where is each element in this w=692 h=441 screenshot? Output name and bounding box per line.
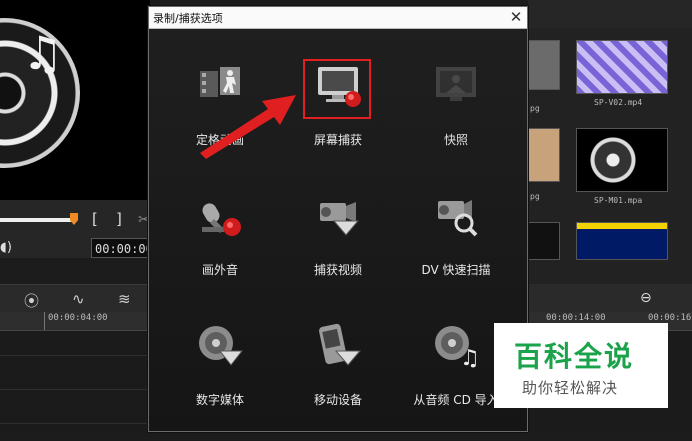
media-thumbnail[interactable] (528, 222, 560, 260)
option-label: 移动设备 (313, 393, 362, 407)
option-snapshot[interactable]: 快照 (401, 61, 511, 181)
option-label: 捕获视频 (313, 263, 362, 277)
mobile-device-icon (319, 323, 362, 366)
timecode-display[interactable]: 00:00:00 (91, 238, 150, 258)
media-thumbnail[interactable] (528, 128, 560, 182)
watermark-logo: 百科全说 助你轻松解决 (494, 323, 668, 408)
option-mobile-device[interactable]: 移动设备 (283, 321, 393, 441)
dialog-titlebar[interactable]: 录制/捕获选项 ✕ (149, 7, 527, 29)
music-note-icon: ♫ (22, 26, 64, 80)
ruler-tick (44, 312, 45, 330)
mark-in-button[interactable]: [ (92, 210, 98, 228)
preview-window: ♫ (0, 0, 150, 200)
option-label: 快照 (443, 133, 468, 147)
digital-media-icon (199, 326, 244, 366)
watermark-title: 百科全说 (514, 340, 635, 373)
option-voiceover[interactable]: 画外音 (165, 191, 275, 311)
media-thumbnail[interactable] (528, 40, 560, 90)
capture-options-dialog: 录制/捕获选项 ✕ 定格动画 屏幕捕获 快照 画外音 捕获视频 DV 快速扫描 … (148, 6, 528, 432)
mixer-icon[interactable]: ≋ (118, 290, 131, 308)
record-capture-icon[interactable]: ⦿ (24, 290, 39, 311)
thumbnail-caption: pg (530, 104, 540, 113)
option-capture-video[interactable]: 捕获视频 (283, 191, 393, 311)
option-label: 画外音 (201, 263, 238, 277)
timeline-tracks[interactable] (0, 331, 150, 432)
dialog-title: 录制/捕获选项 (153, 12, 223, 25)
zoom-out-icon[interactable]: ⊖ (640, 290, 652, 306)
option-digital-media[interactable]: 数字媒体 (165, 321, 275, 441)
media-library: pg SP-V02.mp4 pg SP-M01.mpa (528, 28, 692, 284)
voiceover-microphone-icon (202, 203, 241, 236)
svg-text:♫: ♫ (460, 346, 480, 369)
media-thumbnail-sp-v02[interactable] (576, 40, 668, 94)
library-header (528, 0, 692, 28)
ruler-time-label: 00:00:14:00 (546, 313, 606, 323)
timeline-toolbar-right (528, 284, 692, 312)
option-dv-quick-scan[interactable]: DV 快速扫描 (401, 191, 511, 311)
annotation-arrow (200, 95, 296, 159)
thumbnail-caption: SP-V02.mp4 (594, 98, 643, 107)
option-label: 数字媒体 (195, 393, 244, 407)
audio-cd-icon: ♫ (435, 326, 480, 369)
audio-waveform-icon[interactable]: ∿ (72, 290, 85, 308)
media-thumbnail-sp-m01[interactable] (576, 128, 668, 192)
mark-out-button[interactable]: ] (116, 210, 122, 228)
media-thumbnail[interactable] (576, 222, 668, 260)
close-button[interactable]: ✕ (505, 7, 527, 28)
thumbnail-caption: pg (530, 192, 540, 201)
option-label: DV 快速扫描 (421, 263, 491, 277)
dv-quick-scan-icon (438, 200, 478, 237)
ruler-time-label: 00:00:04:00 (48, 313, 108, 323)
ruler-time-label: 00:00:16:00 (648, 313, 692, 323)
scrub-bar[interactable] (0, 218, 74, 222)
thumbnail-caption: SP-M01.mpa (594, 196, 643, 205)
capture-video-icon (320, 202, 360, 236)
watermark-subtitle: 助你轻松解决 (522, 379, 619, 397)
snapshot-icon (436, 67, 476, 101)
volume-icon[interactable]: ◖) (0, 240, 12, 255)
